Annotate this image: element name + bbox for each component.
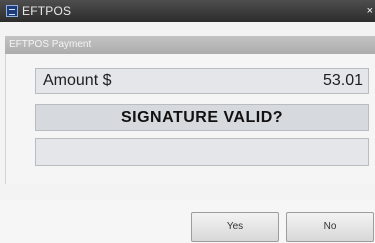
yes-button[interactable]: Yes — [191, 212, 279, 242]
amount-value: 53.01 — [322, 72, 363, 89]
signature-prompt: SIGNATURE VALID? — [35, 104, 369, 131]
payment-panel: Amount $ 53.01 SIGNATURE VALID? — [5, 54, 375, 184]
no-button[interactable]: No — [286, 212, 374, 242]
amount-field: Amount $ 53.01 — [35, 68, 369, 94]
button-bar: Yes No — [0, 200, 375, 243]
title-bar: EFTPOS × — [0, 0, 375, 22]
window-title: EFTPOS — [22, 4, 72, 18]
eftpos-app-icon — [6, 5, 18, 17]
amount-label: Amount $ — [43, 72, 112, 89]
eftpos-window: EFTPOS × EFTPOS Payment Amount $ 53.01 S… — [0, 0, 375, 243]
close-icon[interactable]: × — [363, 0, 373, 22]
message-field — [35, 138, 369, 166]
panel-header: EFTPOS Payment — [5, 36, 375, 54]
